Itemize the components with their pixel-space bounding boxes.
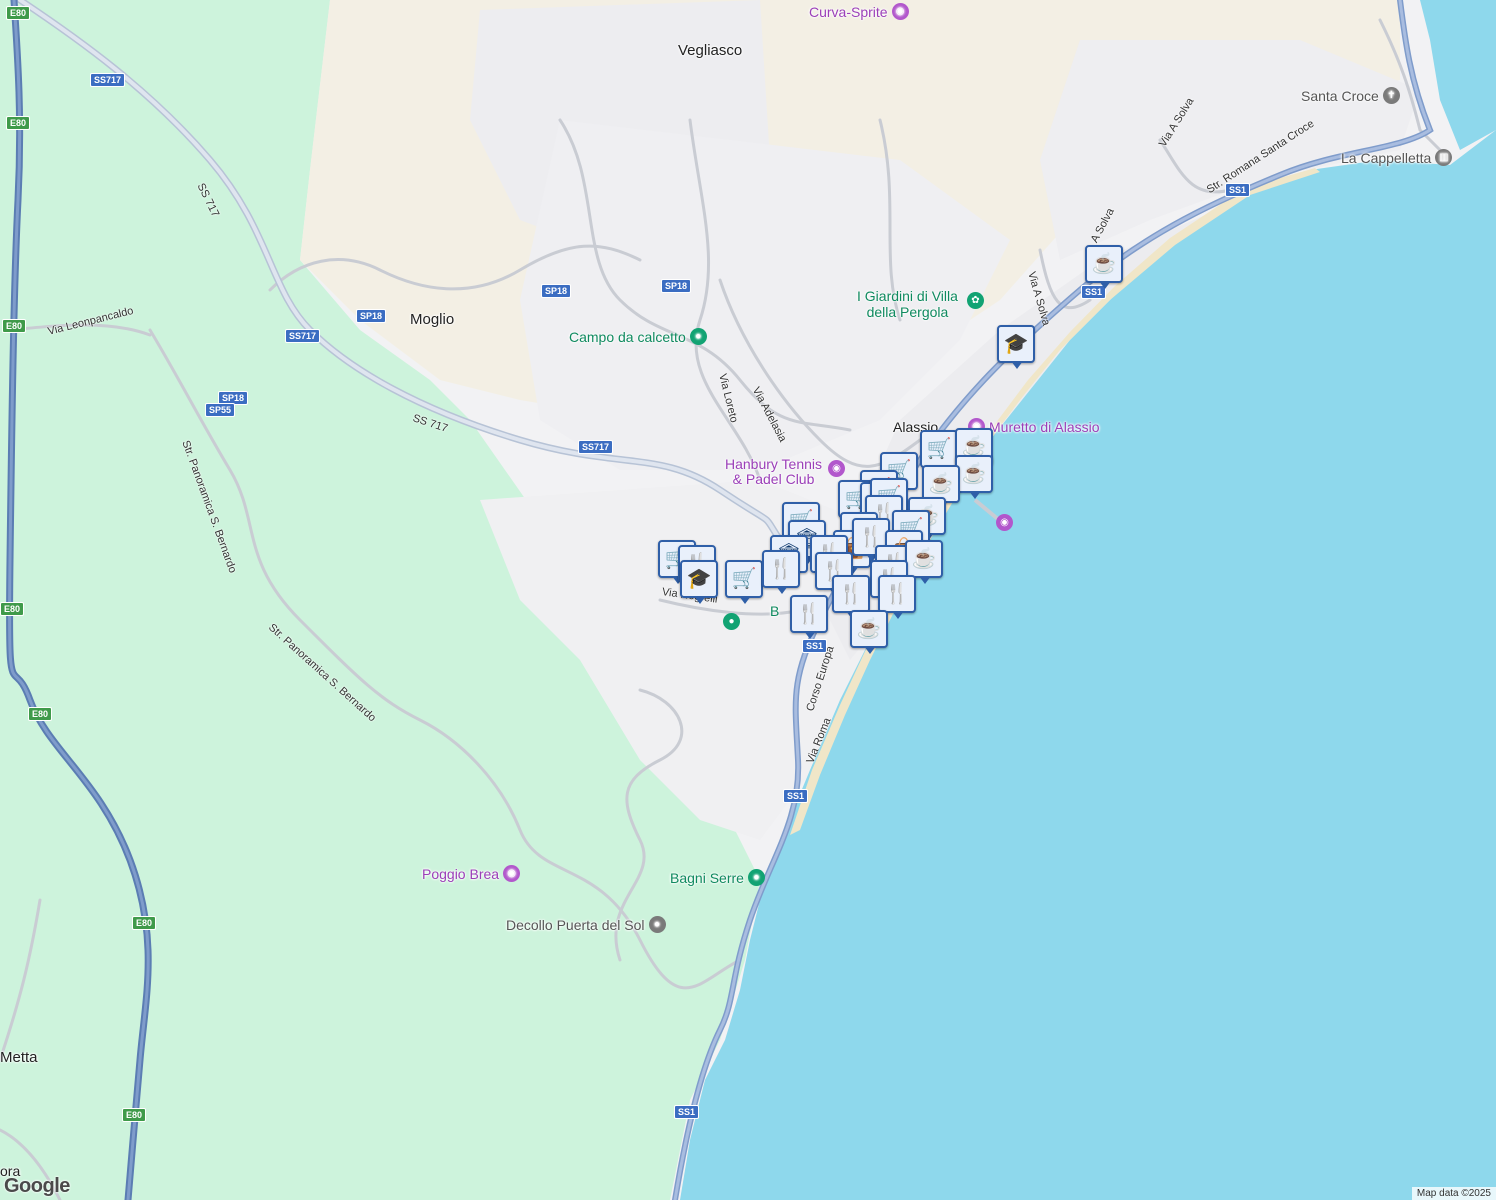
flower-icon: ✿ — [967, 292, 984, 309]
place-label-metta: Metta — [0, 1049, 38, 1066]
map-marker-restaurant[interactable]: 🍴 — [832, 575, 870, 619]
road-shield-e80: E80 — [28, 707, 53, 721]
poi-campo-calcetto-label: Campo da calcetto — [569, 328, 686, 345]
pin-icon: ● — [648, 916, 666, 933]
road-shield-sp18: SP18 — [661, 279, 692, 293]
restaurant-icon: 🍴 — [838, 583, 864, 605]
poi-bagni-serre[interactable]: Bagni Serre ● — [670, 869, 765, 886]
poi-la-cappelletta-label: La Cappelletta — [1341, 149, 1432, 166]
cart-icon: 🛒 — [731, 568, 757, 590]
map-marker-cart[interactable]: 🛒 — [920, 430, 958, 474]
road-shield-ss1: SS1 — [802, 639, 828, 653]
road-shield-e80: E80 — [6, 6, 31, 20]
restaurant-icon: 🍴 — [884, 583, 910, 605]
map-marker-coffee[interactable]: ☕ — [905, 540, 943, 584]
restaurant-icon: 🍴 — [768, 558, 794, 580]
museum-icon: ▥ — [1435, 149, 1453, 166]
restaurant-icon: 🍴 — [858, 526, 884, 548]
poi-hanbury-line1: Hanbury Tennis — [725, 456, 823, 472]
poi-b-partial: B — [770, 603, 780, 619]
google-logo-text: Google — [4, 1175, 70, 1197]
church-icon: ✝ — [1382, 87, 1400, 104]
camera-icon: ◉ — [503, 865, 521, 882]
coffee-icon: ☕ — [856, 618, 882, 640]
road-shield-e80: E80 — [122, 1108, 147, 1122]
map-marker-school[interactable]: 🎓 — [997, 325, 1035, 369]
map-marker-coffee[interactable]: ☕ — [955, 455, 993, 499]
camera-icon: ◉ — [828, 460, 845, 477]
road-shield-ss717: SS717 — [285, 329, 321, 343]
cart-icon: 🛒 — [926, 438, 952, 460]
map-marker-restaurant[interactable]: 🍴 — [878, 575, 916, 619]
camera-icon[interactable]: ◉ — [996, 514, 1013, 531]
map-marker-restaurant[interactable]: 🍴 — [762, 550, 800, 594]
place-label-vegliasco: Vegliasco — [678, 42, 743, 59]
road-shield-ss717: SS717 — [90, 73, 126, 87]
road-shield-sp18: SP18 — [541, 284, 572, 298]
park-icon: ● — [689, 328, 707, 345]
place-label-moglio: Moglio — [410, 311, 455, 328]
map-marker-cart[interactable]: 🛒 — [725, 560, 763, 604]
coffee-icon: ☕ — [928, 473, 954, 495]
road-shield-sp55: SP55 — [205, 403, 236, 417]
poi-la-cappelletta[interactable]: La Cappelletta ▥ — [1341, 149, 1453, 166]
road-shield-e80: E80 — [132, 916, 157, 930]
poi-decollo-puerta-del-sol[interactable]: Decollo Puerta del Sol ● — [506, 916, 666, 933]
road-shield-e80: E80 — [6, 116, 31, 130]
coffee-icon: ☕ — [961, 436, 987, 458]
restaurant-icon: 🍴 — [796, 603, 822, 625]
map-canvas[interactable]: Vegliasco Moglio Metta Alassio ora Curva… — [0, 0, 1496, 1200]
poi-bagni-serre-label: Bagni Serre — [670, 869, 744, 886]
park-icon[interactable]: ● — [723, 613, 740, 630]
camera-icon: ◉ — [891, 3, 909, 20]
map-marker-coffee[interactable]: ☕ — [1085, 245, 1123, 289]
poi-poggio-brea[interactable]: Poggio Brea ◉ — [422, 865, 521, 882]
poi-curva-sprite[interactable]: Curva-Sprite ◉ — [809, 3, 909, 20]
google-logo: Google — [4, 1175, 70, 1198]
poi-santa-croce-label: Santa Croce — [1301, 87, 1379, 104]
coffee-icon: ☕ — [961, 463, 987, 485]
road-shield-e80: E80 — [0, 602, 25, 616]
road-shield-ss1: SS1 — [1225, 183, 1251, 197]
map-marker-school[interactable]: 🎓 — [680, 560, 718, 604]
map-attribution[interactable]: Map data ©2025 — [1411, 1187, 1496, 1200]
coffee-icon: ☕ — [911, 548, 937, 570]
coffee-icon: ☕ — [1091, 253, 1117, 275]
road-shield-e80: E80 — [2, 319, 27, 333]
poi-giardini-line1: I Giardini di Villa — [857, 288, 958, 304]
road-shield-sp18: SP18 — [356, 309, 387, 323]
poi-campo-da-calcetto[interactable]: Campo da calcetto ● — [569, 328, 707, 345]
map-marker-coffee[interactable]: ☕ — [850, 610, 888, 654]
poi-giardini-villa-pergola[interactable]: I Giardini di Villa della Pergola — [857, 288, 958, 320]
school-icon: 🎓 — [1003, 333, 1029, 355]
poi-hanbury-tennis[interactable]: Hanbury Tennis & Padel Club — [725, 457, 822, 487]
poi-giardini-line2: della Pergola — [866, 304, 949, 320]
poi-hanbury-line2: & Padel Club — [732, 471, 815, 487]
beach-icon: ● — [747, 869, 765, 886]
school-icon: 🎓 — [686, 568, 712, 590]
poi-muretto-label: Muretto di Alassio — [989, 418, 1100, 435]
poi-decollo-label: Decollo Puerta del Sol — [506, 916, 645, 933]
map-marker-restaurant[interactable]: 🍴 — [790, 595, 828, 639]
road-shield-ss1: SS1 — [674, 1105, 700, 1119]
poi-curva-sprite-label: Curva-Sprite — [809, 3, 888, 20]
road-shield-ss1: SS1 — [783, 789, 809, 803]
road-shield-ss717: SS717 — [578, 440, 614, 454]
poi-santa-croce[interactable]: Santa Croce ✝ — [1301, 87, 1400, 104]
poi-poggio-brea-label: Poggio Brea — [422, 865, 500, 882]
